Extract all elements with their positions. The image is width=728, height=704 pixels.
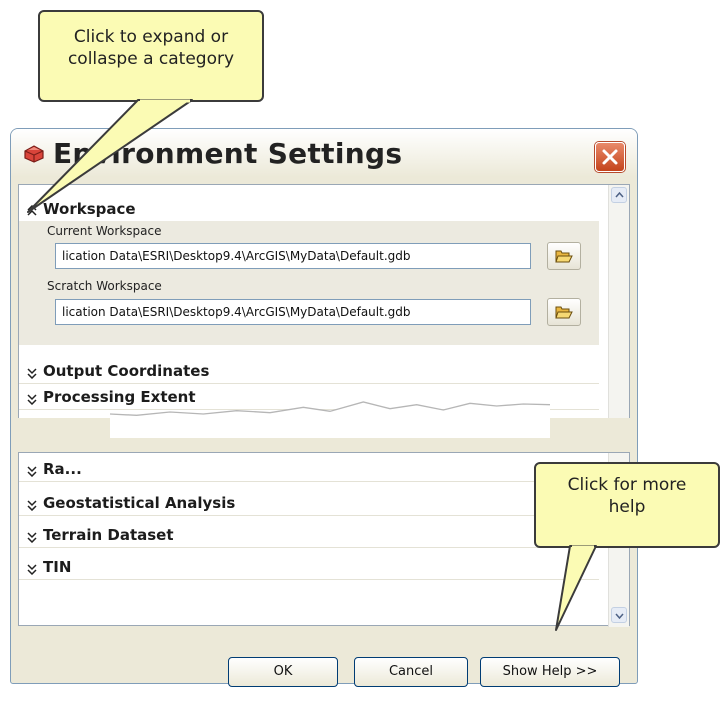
category-label: Geostatistical Analysis [43,494,236,512]
ok-button[interactable]: OK [228,657,338,687]
category-list: Workspace Current Workspace lication Dat… [18,184,630,418]
double-chevron-down-icon [27,364,37,383]
double-chevron-down-icon [27,560,37,579]
callout-text: Click for more help [567,475,687,517]
double-chevron-down-icon [27,496,37,515]
category-terrain-dataset[interactable]: Terrain Dataset [19,523,599,548]
scratch-workspace-label: Scratch Workspace [47,279,162,293]
help-callout: Click for more help [534,462,720,548]
category-geostatistical-analysis[interactable]: Geostatistical Analysis [19,491,599,516]
category-label: TIN [43,558,72,576]
open-folder-icon [555,306,573,319]
close-icon [602,149,618,165]
callout-pointer [555,545,597,631]
current-workspace-field[interactable]: lication Data\ESRI\Desktop9.4\ArcGIS\MyD… [55,243,531,269]
category-output-coordinates[interactable]: Output Coordinates [19,359,599,384]
expand-collapse-callout: Click to expand or collaspe a category [38,10,264,102]
category-tin[interactable]: TIN [19,555,599,580]
callout-text: Click to expand or collaspe a category [67,27,235,69]
scroll-down-button[interactable] [611,607,627,623]
chevron-down-icon [615,613,624,620]
current-workspace-label: Current Workspace [47,224,162,238]
category-label: Ra... [43,460,82,478]
scratch-workspace-field[interactable]: lication Data\ESRI\Desktop9.4\ArcGIS\MyD… [55,299,531,325]
category-label: Terrain Dataset [43,526,174,544]
close-button[interactable] [595,142,625,172]
double-chevron-down-icon [27,462,37,481]
browse-current-workspace-button[interactable] [547,242,581,270]
workspace-panel: Current Workspace lication Data\ESRI\Des… [19,221,599,345]
scroll-up-button[interactable] [611,187,627,203]
category-raster-partial[interactable]: Ra... [19,457,599,482]
browse-scratch-workspace-button[interactable] [547,298,581,326]
vertical-scrollbar[interactable] [608,185,629,418]
open-folder-icon [555,250,573,263]
torn-edge [109,401,551,438]
cancel-button[interactable]: Cancel [354,657,468,687]
category-label: Output Coordinates [43,362,210,380]
callout-pointer [27,99,193,213]
show-help-button[interactable]: Show Help >> [480,657,620,687]
double-chevron-down-icon [27,528,37,547]
chevron-up-icon [615,191,624,198]
